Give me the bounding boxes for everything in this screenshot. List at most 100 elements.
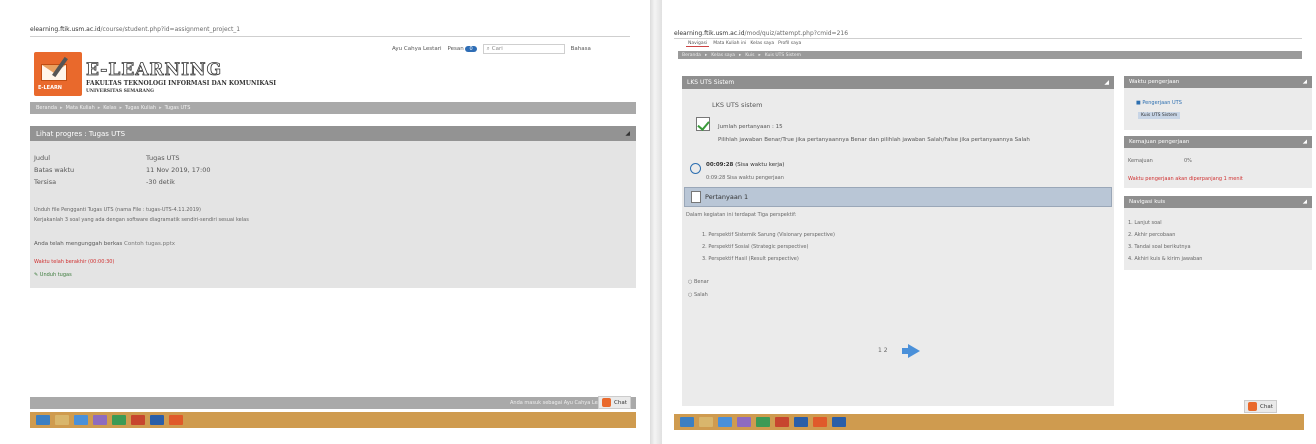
page-numbers[interactable]: 1 2 xyxy=(878,347,888,354)
breadcrumb-item[interactable]: Kelas saya xyxy=(711,53,735,58)
quiz-panel-header: LKS UTS Sistem ◢ xyxy=(682,76,1114,89)
collapse-icon[interactable]: ◢ xyxy=(1303,199,1307,205)
right-screenshot: elearning.ftik.usm.ac.id/mod/quiz/attemp… xyxy=(662,0,1316,444)
assignment-description: Unduh file Pengganti Tugas UTS (nama Fil… xyxy=(34,207,201,213)
quiz-instruction: Pilihlah jawaban Benar/True jika pertany… xyxy=(718,137,1030,143)
login-info: Anda masuk sebagai Ayu Cahya Lestari xyxy=(510,400,609,406)
uploaded-file-link[interactable]: Contoh tugas.pptx xyxy=(124,241,175,247)
question-item: 1. Perspektif Sistemik Sarung (Visionary… xyxy=(702,232,835,238)
question-text: Dalam kegiatan ini terdapat Tiga perspek… xyxy=(686,212,797,218)
address-underline xyxy=(30,36,630,37)
logo-badge-text: E-LEARN xyxy=(38,85,62,91)
breadcrumb-item[interactable]: Mata Kuliah xyxy=(66,105,95,111)
sidebar-link[interactable]: 2. Akhir percobaan xyxy=(1128,232,1175,238)
timer-display: 00:09:28 (Sisa waktu kerja) xyxy=(706,162,784,168)
language-link[interactable]: Bahasa xyxy=(571,46,591,52)
timer-icon xyxy=(690,163,701,174)
explorer-icon[interactable] xyxy=(699,417,713,427)
explorer-icon[interactable] xyxy=(55,415,69,425)
app-icon[interactable] xyxy=(813,417,827,427)
collapse-icon[interactable]: ◢ xyxy=(1104,79,1109,86)
search-icon: ⌕ xyxy=(486,45,490,52)
tab-kelas[interactable]: Kelas saya xyxy=(750,41,774,47)
ie-icon[interactable] xyxy=(718,417,732,427)
upload-status: Anda telah mengunggah berkas Contoh tuga… xyxy=(34,241,175,247)
progress-warning: Waktu pengerjaan akan diperpanjang 1 men… xyxy=(1128,176,1243,182)
next-arrow-icon[interactable] xyxy=(902,344,920,358)
late-warning: Waktu telah berakhir (00:00:30) xyxy=(34,259,115,265)
collapse-icon[interactable]: ◢ xyxy=(1303,139,1307,145)
chat-button[interactable]: Chat xyxy=(1244,400,1277,413)
app-icon[interactable] xyxy=(775,417,789,427)
sidebar-links-header: Navigasi kuis ◢ xyxy=(1124,196,1312,208)
address-bar[interactable]: elearning.ftik.usm.ac.id/mod/quiz/attemp… xyxy=(674,30,848,37)
sidebar-time-body xyxy=(1124,88,1312,130)
sidebar-quiz-badge: Kuis UTS Sistem xyxy=(1138,112,1181,119)
answer-option-benar[interactable]: ○ Benar xyxy=(688,279,709,285)
collapse-icon[interactable]: ◢ xyxy=(1303,79,1307,85)
question-item: 2. Perspektif Sosial (Strategic perspect… xyxy=(702,244,809,250)
faculty-name: FAKULTAS TEKNOLOGI INFORMASI DAN KOMUNIK… xyxy=(86,80,277,87)
start-icon[interactable] xyxy=(36,415,50,425)
field-value: Tugas UTS xyxy=(146,154,180,162)
question-label: Pertanyaan 1 xyxy=(705,193,749,201)
word-icon[interactable] xyxy=(794,417,808,427)
chat-avatar-icon xyxy=(1248,402,1257,411)
breadcrumb-item[interactable]: Beranda xyxy=(682,53,701,58)
windows-taskbar xyxy=(30,412,636,428)
elearning-logo-icon[interactable]: E-LEARN xyxy=(34,52,82,96)
field-label: Batas waktu xyxy=(34,166,75,174)
app-icon[interactable] xyxy=(131,415,145,425)
download-link[interactable]: ✎ Unduh tugas xyxy=(34,272,72,278)
breadcrumb-item[interactable]: Beranda xyxy=(36,105,57,111)
sidebar-progress-header: Kemajuan pengerjaan ◢ xyxy=(1124,136,1312,148)
tab-navigasi[interactable]: Navigasi xyxy=(686,41,710,47)
app-icon[interactable] xyxy=(93,415,107,425)
word-icon[interactable] xyxy=(150,415,164,425)
sidebar-link[interactable]: 4. Akhiri kuis & kirim jawaban xyxy=(1128,256,1202,262)
breadcrumb-item[interactable]: Tugas UTS xyxy=(165,105,191,111)
app-icon[interactable] xyxy=(737,417,751,427)
field-value: 11 Nov 2019, 17:00 xyxy=(146,166,211,174)
message-count-badge: 0 xyxy=(465,46,477,52)
collapse-icon[interactable]: ◢ xyxy=(625,130,630,137)
breadcrumb-item[interactable]: Kelas xyxy=(103,105,116,111)
breadcrumb-item[interactable]: Tugas Kuliah xyxy=(125,105,156,111)
app-icon[interactable] xyxy=(169,415,183,425)
address-underline xyxy=(674,38,1302,39)
university-name: UNIVERSITAS SEMARANG xyxy=(86,89,154,94)
word-icon[interactable] xyxy=(832,417,846,427)
address-bar[interactable]: elearning.ftik.usm.ac.id/course/student.… xyxy=(30,26,240,33)
timer-subtext: 0:09:28 Sisa waktu pengerjaan xyxy=(706,175,784,181)
search-placeholder: Cari xyxy=(491,46,503,52)
sidebar-link[interactable]: 3. Tandai soal berikutnya xyxy=(1128,244,1191,250)
messages-link[interactable]: Pesan 0 xyxy=(447,46,477,52)
ie-icon[interactable] xyxy=(74,415,88,425)
image-divider xyxy=(650,0,662,444)
tab-profil[interactable]: Profil saya xyxy=(778,41,801,47)
question-count: Jumlah pertanyaan : 15 xyxy=(718,124,783,130)
timer-value: 00:09:28 xyxy=(706,162,734,168)
paperclip-icon: ✎ xyxy=(34,272,39,278)
panel-header: Lihat progres : Tugas UTS ◢ xyxy=(30,126,636,141)
start-icon[interactable] xyxy=(680,417,694,427)
question-header[interactable]: Pertanyaan 1 xyxy=(684,187,1112,207)
progress-label: Kemajuan xyxy=(1128,158,1153,164)
sidebar-link[interactable]: 1. Lanjut soal xyxy=(1128,220,1162,226)
upload-label: Anda telah mengunggah berkas xyxy=(34,241,123,247)
user-menu: Ayu Cahya Lestari Pesan 0 ⌕ Cari Bahasa xyxy=(392,44,591,54)
breadcrumb-item[interactable]: Kuis xyxy=(745,53,754,58)
app-icon[interactable] xyxy=(756,417,770,427)
breadcrumb-item[interactable]: Kuis UTS Sistem xyxy=(765,53,801,58)
windows-taskbar xyxy=(674,414,1304,430)
answer-option-salah[interactable]: ○ Salah xyxy=(688,292,708,298)
chat-button[interactable]: Chat xyxy=(598,396,631,409)
tab-mata-kuliah[interactable]: Mata Kuliah ini xyxy=(713,41,746,47)
search-input[interactable]: ⌕ Cari xyxy=(482,44,565,54)
sidebar-nav-item[interactable]: ■ Pengerjaan UTS xyxy=(1136,100,1182,106)
app-icon[interactable] xyxy=(112,415,126,425)
left-screenshot: elearning.ftik.usm.ac.id/course/student.… xyxy=(0,0,650,444)
user-name[interactable]: Ayu Cahya Lestari xyxy=(392,46,441,52)
quiz-heading: LKS UTS sistem xyxy=(712,101,763,109)
two-screenshot-composite: elearning.ftik.usm.ac.id/course/student.… xyxy=(0,0,1316,444)
